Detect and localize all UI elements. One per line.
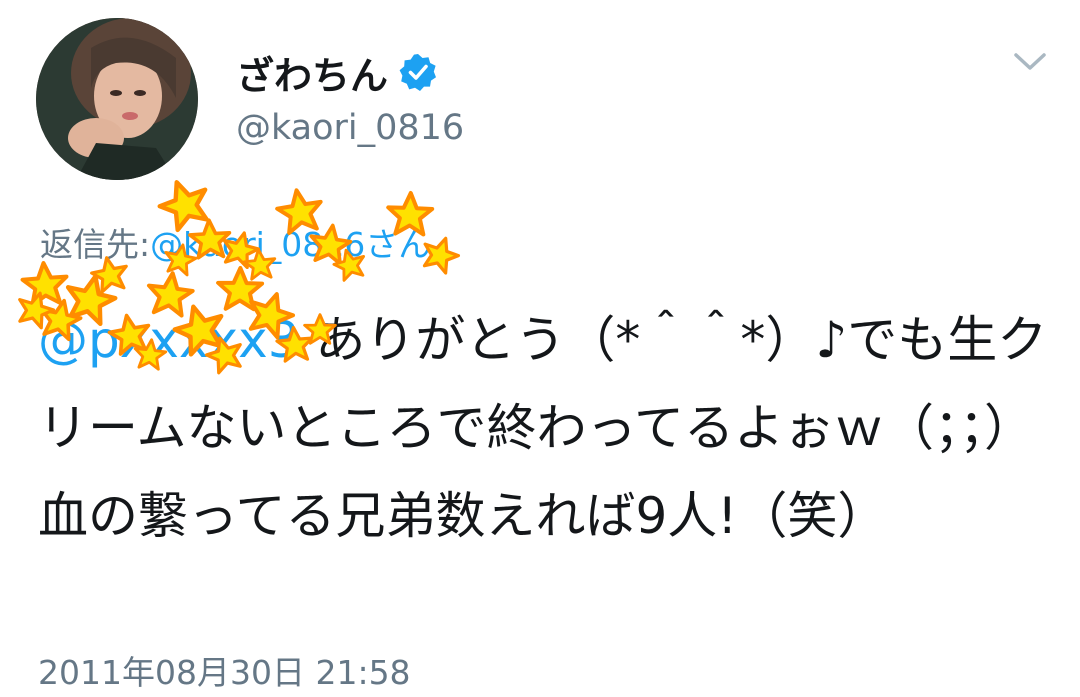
verified-badge-icon [399,54,437,91]
tweet-card: ざわちん @kaori_0816 返信先:@kaori_0816さん @pxxx… [0,0,1080,697]
reply-prefix: 返信先: [40,225,151,264]
mention-link[interactable]: @pxxxxx3 [38,311,300,369]
avatar-photo [36,18,198,180]
display-name[interactable]: ざわちん [236,45,388,100]
reply-handle-link[interactable]: @kaori_0816さん [150,225,431,264]
chevron-down-icon[interactable] [1008,46,1052,76]
reply-to-line: 返信先:@kaori_0816さん [40,218,431,266]
avatar[interactable] [36,18,198,180]
display-name-row: ざわちん [236,40,438,104]
username[interactable]: @kaori_0816 [236,108,464,148]
tweet-timestamp[interactable]: 2011年08月30日 21:58 [38,646,411,694]
tweet-text: @pxxxxx3 ありがとう（*＾＾*）♪でも生クリームないところで終わってるよ… [38,296,1048,560]
